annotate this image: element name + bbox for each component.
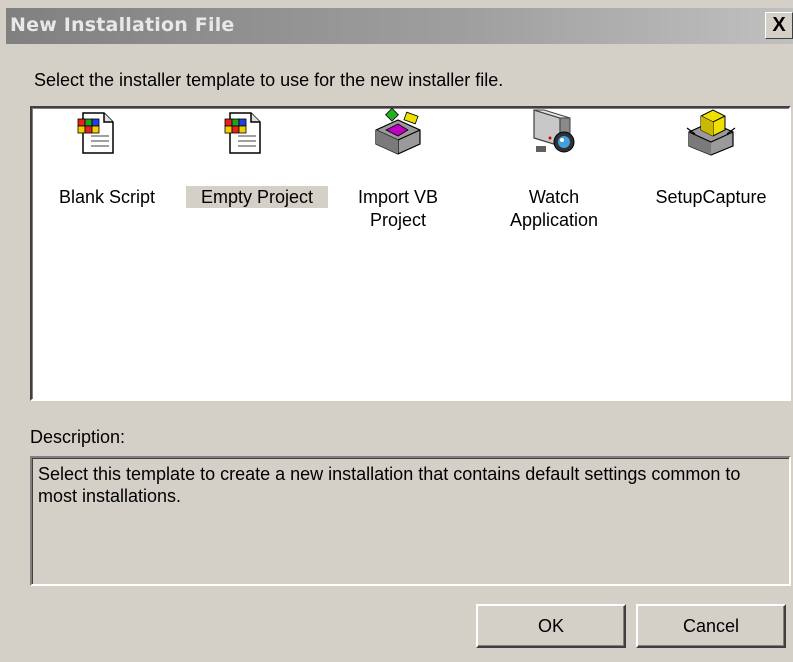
template-label: Empty Project xyxy=(186,186,328,208)
window-title: New Installation File xyxy=(10,14,235,36)
template-empty-project[interactable]: Empty Project xyxy=(182,108,332,208)
instruction-text: Select the installer template to use for… xyxy=(34,70,504,90)
template-list[interactable]: Blank Script Empty Project Import VB Pro… xyxy=(30,106,791,401)
title-bar[interactable]: New Installation File X xyxy=(6,8,793,44)
template-label-line2: Application xyxy=(509,210,599,230)
new-installation-file-dialog: New Installation File X Select the insta… xyxy=(0,0,793,662)
capture-box-icon xyxy=(686,109,736,156)
script-document-icon xyxy=(77,112,114,154)
template-blank-script[interactable]: Blank Script xyxy=(42,108,172,207)
template-label: SetupCapture xyxy=(655,187,767,207)
description-box: Select this template to create a new ins… xyxy=(30,456,791,586)
ok-button[interactable]: OK xyxy=(476,604,626,648)
template-import-vb-project[interactable]: Import VB Project xyxy=(338,108,458,233)
import-box-icon xyxy=(375,108,421,155)
template-label-line1: Import VB xyxy=(357,187,439,207)
cancel-button[interactable]: Cancel xyxy=(636,604,786,648)
description-label: Description: xyxy=(30,427,126,447)
template-label: Blank Script xyxy=(58,187,156,207)
template-watch-application[interactable]: Watch Application xyxy=(484,108,624,233)
project-document-icon xyxy=(224,112,261,154)
template-label-line2: Project xyxy=(369,210,427,230)
close-button[interactable]: X xyxy=(765,12,793,39)
template-label-line1: Watch xyxy=(528,187,580,207)
camera-icon xyxy=(533,109,575,153)
template-setupcapture[interactable]: SetupCapture xyxy=(636,108,786,207)
